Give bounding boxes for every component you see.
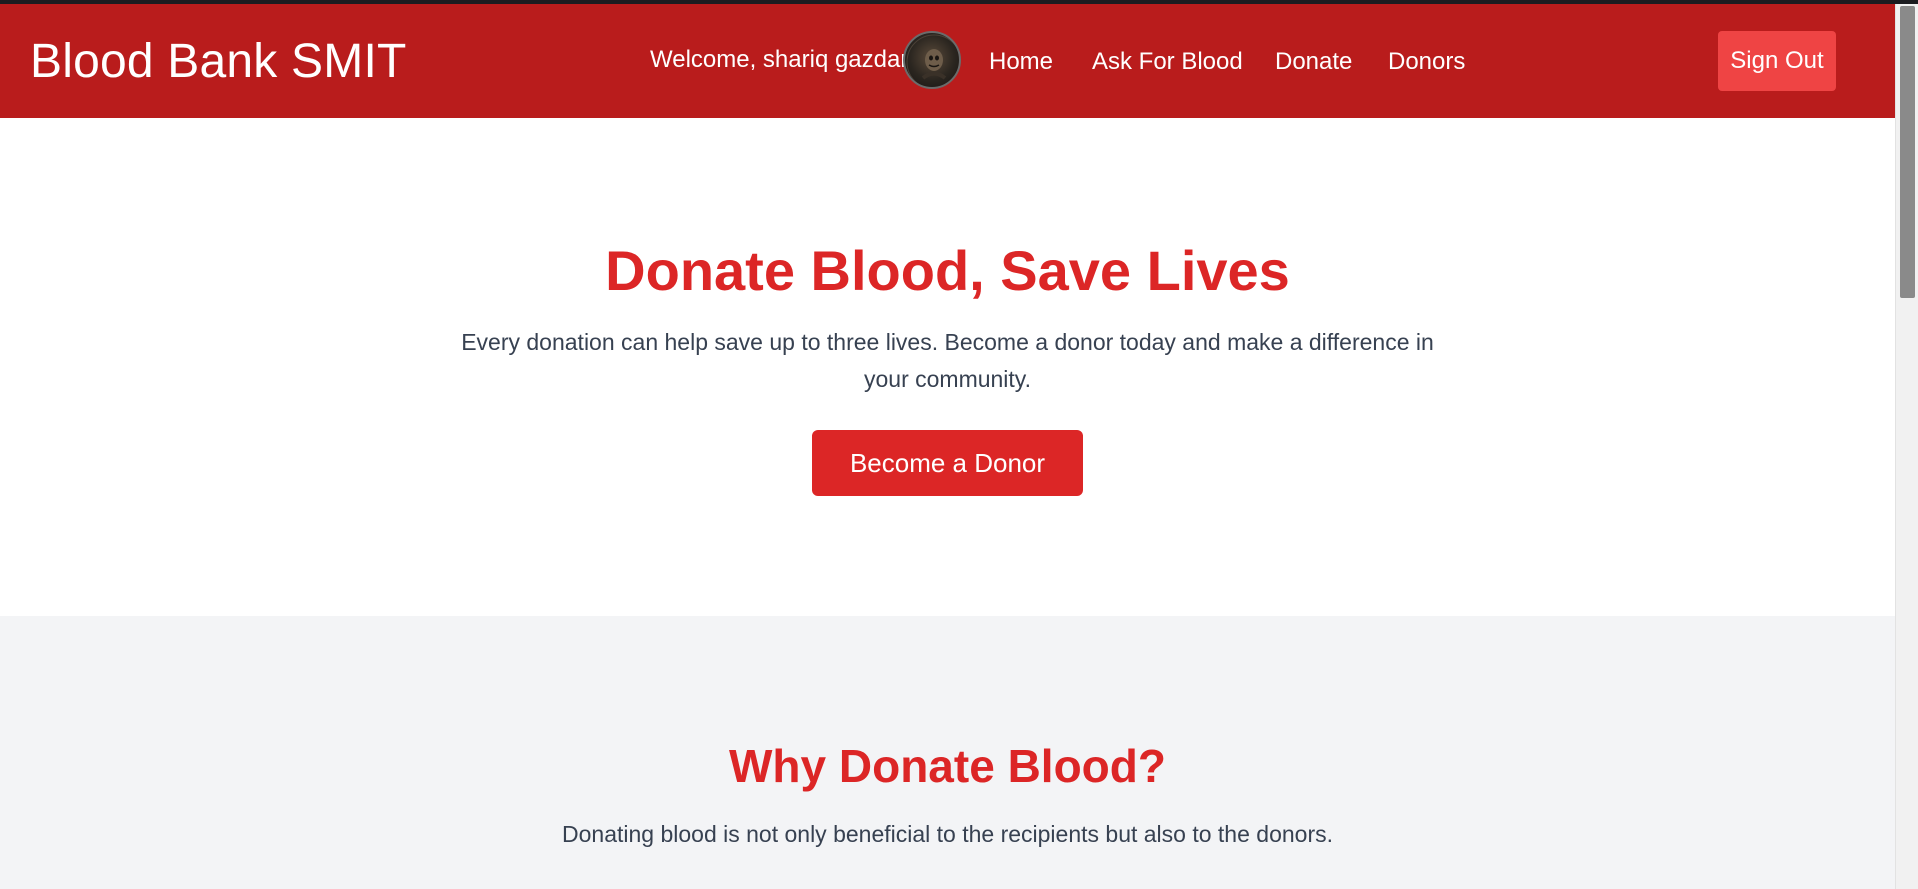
hero-section: Donate Blood, Save Lives Every donation … [0, 118, 1895, 616]
sign-out-button[interactable]: Sign Out [1718, 31, 1836, 91]
nav-link-donate[interactable]: Donate [1275, 48, 1352, 76]
hero-title: Donate Blood, Save Lives [605, 239, 1290, 302]
nav-link-home[interactable]: Home [989, 48, 1053, 76]
scrollbar-thumb[interactable] [1900, 6, 1915, 298]
nav-link-donors[interactable]: Donors [1388, 48, 1465, 76]
navbar: Blood Bank SMIT Welcome, shariq gazdar H… [0, 4, 1895, 118]
hero-description: Every donation can help save up to three… [461, 329, 1434, 392]
welcome-message: Welcome, shariq gazdar [650, 46, 909, 73]
why-donate-title: Why Donate Blood? [729, 740, 1166, 792]
nav-link-ask-for-blood[interactable]: Ask For Blood [1092, 48, 1243, 76]
why-donate-section: Why Donate Blood? Donating blood is not … [0, 616, 1895, 889]
brand-logo-text[interactable]: Blood Bank SMIT [30, 34, 407, 89]
user-avatar-icon[interactable] [903, 31, 961, 89]
why-donate-description: Donating blood is not only beneficial to… [562, 821, 1333, 847]
page: Blood Bank SMIT Welcome, shariq gazdar H… [0, 4, 1895, 889]
vertical-scrollbar[interactable] [1895, 4, 1918, 889]
become-donor-button[interactable]: Become a Donor [812, 430, 1083, 496]
